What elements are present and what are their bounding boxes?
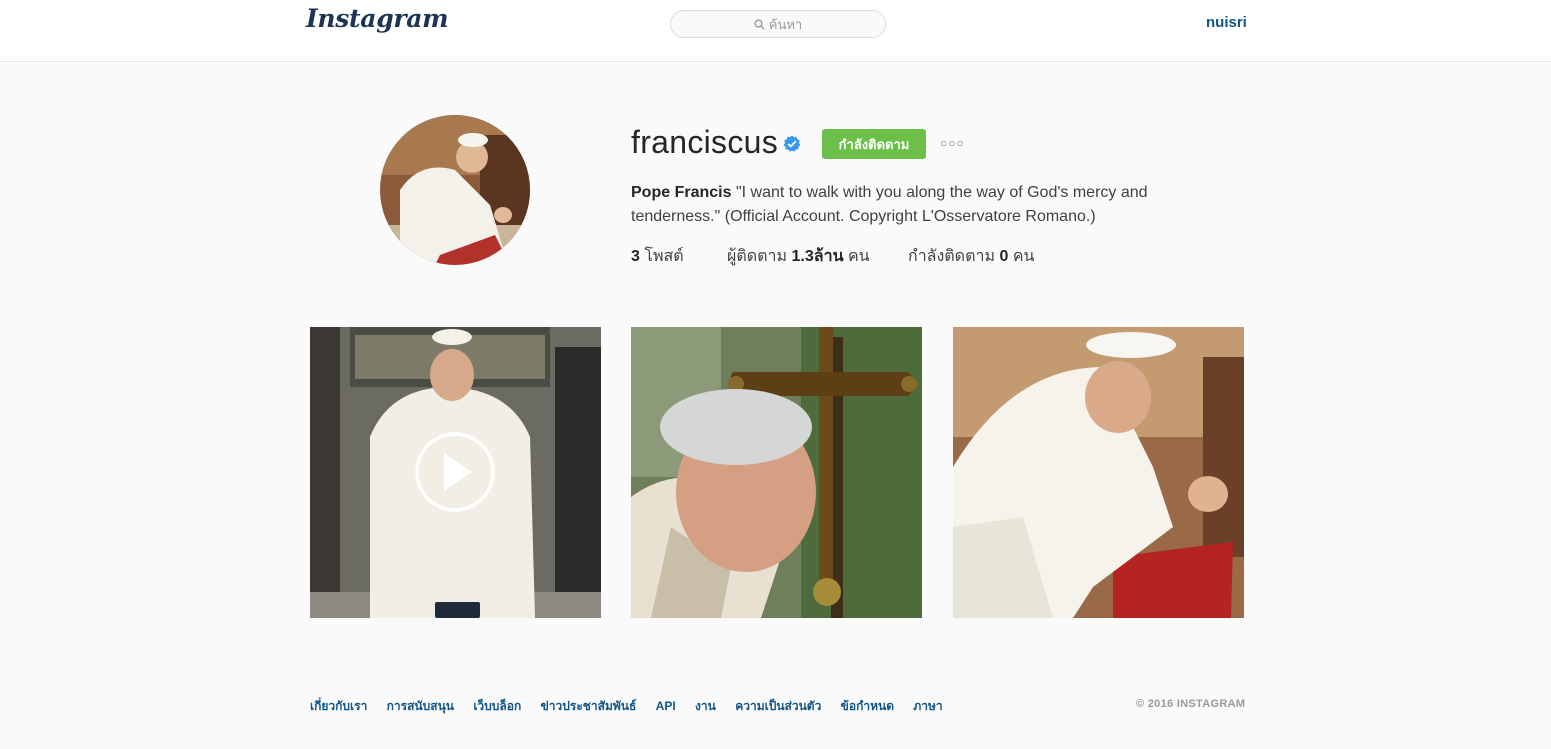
footer-link-language[interactable]: ภาษา [913, 699, 942, 713]
profile-full-name: Pope Francis [631, 184, 732, 201]
search-placeholder: ค้นหา [768, 16, 803, 32]
following-suffix: คน [1012, 248, 1035, 265]
footer-link-privacy[interactable]: ความเป็นส่วนตัว [735, 699, 821, 713]
following-stat[interactable]: กำลังติดตาม 0 คน [908, 244, 1034, 269]
copyright-text: © 2016 INSTAGRAM [1136, 698, 1246, 710]
footer-link-press[interactable]: ข่าวประชาสัมพันธ์ [541, 699, 637, 713]
instagram-logo[interactable]: Instagram [306, 4, 449, 33]
footer-link-terms[interactable]: ข้อกำหนด [841, 699, 894, 713]
verified-badge-icon [783, 135, 801, 152]
followers-suffix: คน [847, 248, 870, 265]
footer-link-jobs[interactable]: งาน [695, 699, 716, 713]
profile-username: franciscus [631, 124, 779, 160]
footer-links: เกี่ยวกับเรา การสนับสนุน เว็บบล็อก ข่าวป… [310, 697, 959, 716]
followers-stat[interactable]: ผู้ติดตาม 1.3ล้าน คน [727, 244, 870, 269]
more-options-button[interactable]: ○○○ [940, 136, 965, 150]
posts-stat: 3 โพสต์ [631, 244, 684, 269]
footer-link-about[interactable]: เกี่ยวกับเรา [310, 699, 367, 713]
footer-link-api[interactable]: API [656, 699, 676, 713]
profile-bio: Pope Francis "I want to walk with you al… [631, 181, 1191, 229]
current-user-link[interactable]: nuisri [1206, 14, 1247, 31]
post-tile-video[interactable] [310, 327, 601, 618]
followers-count: 1.3ล้าน [791, 248, 844, 265]
posts-count: 3 [631, 248, 640, 265]
following-button[interactable]: กำลังติดตาม [822, 129, 926, 159]
posts-label: โพสต์ [644, 248, 684, 265]
search-icon [754, 18, 765, 29]
post-tile-photo-3[interactable] [953, 327, 1244, 618]
followers-label: ผู้ติดตาม [727, 248, 788, 265]
profile-avatar [380, 115, 530, 265]
footer-link-support[interactable]: การสนับสนุน [387, 699, 454, 713]
top-navigation-bar: Instagram ค้นหา nuisri [0, 0, 1551, 62]
footer-link-blog[interactable]: เว็บบล็อก [473, 699, 521, 713]
following-count: 0 [999, 248, 1009, 265]
post-tile-photo-2[interactable] [631, 327, 922, 618]
following-label: กำลังติดตาม [908, 248, 995, 265]
search-input[interactable]: ค้นหา [670, 10, 886, 38]
